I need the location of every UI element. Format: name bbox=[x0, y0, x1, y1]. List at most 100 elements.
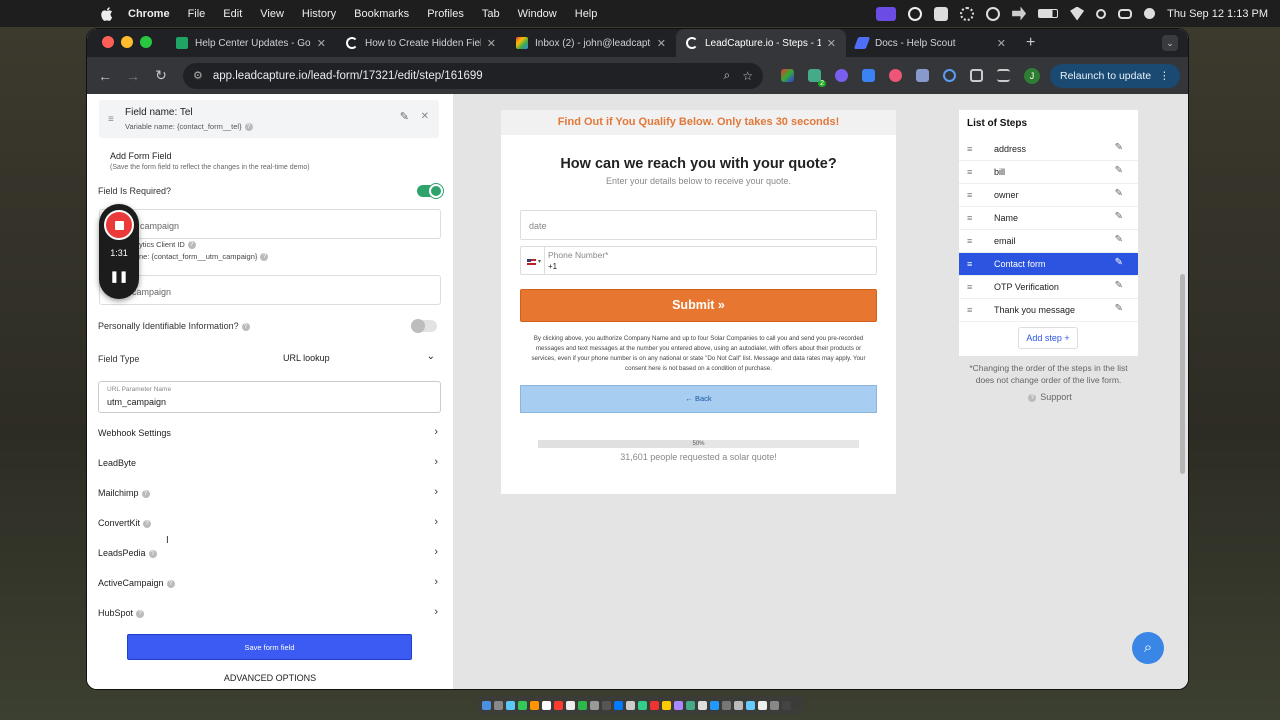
close-tab-icon[interactable]: ✕ bbox=[827, 37, 836, 50]
dock-app-icon[interactable] bbox=[554, 701, 563, 710]
menu-file[interactable]: File bbox=[188, 8, 206, 20]
forward-arrow-icon[interactable]: → bbox=[119, 68, 147, 84]
help-icon[interactable]: ? bbox=[244, 123, 253, 132]
media-controls-icon[interactable] bbox=[997, 69, 1010, 82]
dock-app-icon[interactable] bbox=[614, 701, 623, 710]
required-toggle[interactable] bbox=[417, 184, 443, 198]
country-dropdown-icon[interactable]: ▾ bbox=[538, 258, 541, 265]
back-arrow-icon[interactable]: ← bbox=[91, 68, 119, 84]
menu-tab[interactable]: Tab bbox=[482, 8, 500, 20]
help-icon[interactable]: ? bbox=[143, 519, 152, 528]
dock-app-icon[interactable] bbox=[674, 701, 683, 710]
phone-value[interactable]: +1 bbox=[548, 262, 557, 271]
tab-leadcapture-steps[interactable]: LeadCapture.io - Steps - 173 ✕ bbox=[676, 29, 846, 57]
menu-view[interactable]: View bbox=[260, 8, 284, 20]
url-parameter-input[interactable]: URL Parameter Name utm_campaign bbox=[98, 381, 441, 413]
save-form-field-button[interactable]: Save form field bbox=[127, 634, 412, 660]
new-tab-icon[interactable]: + bbox=[1026, 34, 1035, 52]
dock-app-icon[interactable] bbox=[662, 701, 671, 710]
step-item[interactable]: ≡ email ✎ bbox=[959, 230, 1138, 253]
help-icon[interactable]: ? bbox=[148, 549, 157, 558]
close-tab-icon[interactable]: ✕ bbox=[487, 37, 496, 50]
step-item[interactable]: ≡ OTP Verification ✎ bbox=[959, 276, 1138, 299]
pii-toggle[interactable] bbox=[411, 319, 437, 333]
integration-mailchimp[interactable]: Mailchimp? › bbox=[98, 486, 438, 502]
extension-badge-icon[interactable]: 2 bbox=[808, 69, 826, 87]
dock-app-icon[interactable] bbox=[590, 701, 599, 710]
stop-recording-button[interactable] bbox=[104, 210, 134, 240]
integration-convertkit[interactable]: ConvertKit? › bbox=[98, 516, 438, 532]
integration-webhook-settings[interactable]: Webhook Settings › bbox=[98, 426, 438, 442]
battery-icon[interactable] bbox=[1038, 9, 1059, 18]
dock-app-icon[interactable] bbox=[650, 701, 659, 710]
extension-icon[interactable] bbox=[781, 69, 794, 82]
bookmark-star-icon[interactable]: ☆ bbox=[742, 69, 753, 83]
help-icon[interactable]: ? bbox=[241, 322, 250, 331]
integration-activecampaign[interactable]: ActiveCampaign? › bbox=[98, 576, 438, 592]
drag-handle-icon[interactable]: ≡ bbox=[967, 144, 972, 154]
help-icon[interactable]: ? bbox=[141, 489, 150, 498]
dock-app-icon[interactable] bbox=[710, 701, 719, 710]
drag-handle-icon[interactable]: ≡ bbox=[967, 167, 972, 177]
more-vert-icon[interactable]: ⋮ bbox=[1159, 70, 1170, 82]
screen-recorder-icon[interactable] bbox=[876, 6, 897, 21]
menu-bookmarks[interactable]: Bookmarks bbox=[354, 8, 409, 20]
drag-handle-icon[interactable]: ≡ bbox=[108, 114, 114, 125]
field-card[interactable]: ≡ Field name: Tel Variable name: {contac… bbox=[99, 100, 439, 138]
dock-app-icon[interactable] bbox=[782, 701, 791, 710]
step-item[interactable]: ≡ bill ✎ bbox=[959, 161, 1138, 184]
notification-icon[interactable] bbox=[934, 6, 949, 21]
integration-leadbyte[interactable]: LeadByte › bbox=[98, 456, 438, 472]
edit-pencil-icon[interactable]: ✎ bbox=[1115, 188, 1123, 199]
step-item[interactable]: ≡ Thank you message ✎ bbox=[959, 299, 1138, 322]
drag-handle-icon[interactable]: ≡ bbox=[967, 236, 972, 246]
help-chat-search-icon[interactable]: ⌕ bbox=[1132, 632, 1164, 664]
analytics-input[interactable]: campaign bbox=[99, 275, 441, 305]
zoom-window-icon[interactable] bbox=[140, 36, 152, 48]
dock-app-icon[interactable] bbox=[482, 701, 491, 710]
submit-button[interactable]: Submit » bbox=[520, 289, 877, 322]
brightness-icon[interactable] bbox=[960, 6, 975, 21]
tab-help-center-updates[interactable]: Help Center Updates - Googl ✕ bbox=[166, 29, 336, 57]
site-info-icon[interactable]: ⚙ bbox=[193, 69, 203, 82]
close-tab-icon[interactable]: ✕ bbox=[997, 37, 1006, 50]
date-input[interactable]: date bbox=[520, 210, 877, 240]
dock-app-icon[interactable] bbox=[530, 701, 539, 710]
reload-icon[interactable]: ↻ bbox=[147, 67, 175, 84]
control-center-icon[interactable] bbox=[1118, 8, 1133, 19]
step-item[interactable]: ≡ Contact form ✎ bbox=[959, 253, 1138, 276]
drag-handle-icon[interactable]: ≡ bbox=[967, 213, 972, 223]
zoom-icon[interactable]: ⌕ bbox=[724, 68, 731, 83]
dock-app-icon[interactable] bbox=[518, 701, 527, 710]
menu-profiles[interactable]: Profiles bbox=[427, 8, 464, 20]
phone-input[interactable]: ▾ Phone Number* +1 bbox=[520, 246, 877, 275]
edit-pencil-icon[interactable]: ✎ bbox=[400, 110, 409, 123]
step-item[interactable]: ≡ Name ✎ bbox=[959, 207, 1138, 230]
address-bar[interactable]: ⚙ app.leadcapture.io/lead-form/17321/edi… bbox=[183, 62, 763, 89]
tab-search-chevron-icon[interactable]: ⌄ bbox=[1162, 35, 1178, 51]
relaunch-button[interactable]: Relaunch to update ⋮ bbox=[1050, 63, 1180, 88]
tab-inbox[interactable]: Inbox (2) - john@leadcapture ✕ bbox=[506, 29, 676, 57]
wifi-icon[interactable] bbox=[1070, 6, 1085, 21]
drag-handle-icon[interactable]: ≡ bbox=[967, 305, 972, 315]
menu-edit[interactable]: Edit bbox=[223, 8, 242, 20]
extension-icon[interactable] bbox=[943, 69, 956, 82]
help-icon[interactable]: ? bbox=[187, 241, 196, 250]
extension-icon[interactable] bbox=[916, 69, 929, 82]
minimize-window-icon[interactable] bbox=[121, 36, 133, 48]
record-status-icon[interactable] bbox=[908, 6, 923, 21]
step-item[interactable]: ≡ owner ✎ bbox=[959, 184, 1138, 207]
tab-hidden-fields[interactable]: How to Create Hidden Fields ✕ bbox=[336, 29, 506, 57]
dock-app-icon[interactable] bbox=[626, 701, 635, 710]
extension-icon[interactable] bbox=[862, 69, 875, 82]
us-flag-icon[interactable] bbox=[527, 259, 536, 265]
edit-pencil-icon[interactable]: ✎ bbox=[1115, 211, 1123, 222]
dock-app-icon[interactable] bbox=[686, 701, 695, 710]
edit-pencil-icon[interactable]: ✎ bbox=[1115, 142, 1123, 153]
integration-leadspedia[interactable]: LeadsPedia? › bbox=[98, 546, 438, 562]
menubar-clock[interactable]: Thu Sep 12 1:13 PM bbox=[1167, 8, 1268, 20]
advanced-options-link[interactable]: ADVANCED OPTIONS bbox=[87, 673, 453, 683]
close-window-icon[interactable] bbox=[102, 36, 114, 48]
edit-pencil-icon[interactable]: ✎ bbox=[1115, 165, 1123, 176]
close-icon[interactable]: ✕ bbox=[421, 111, 429, 122]
